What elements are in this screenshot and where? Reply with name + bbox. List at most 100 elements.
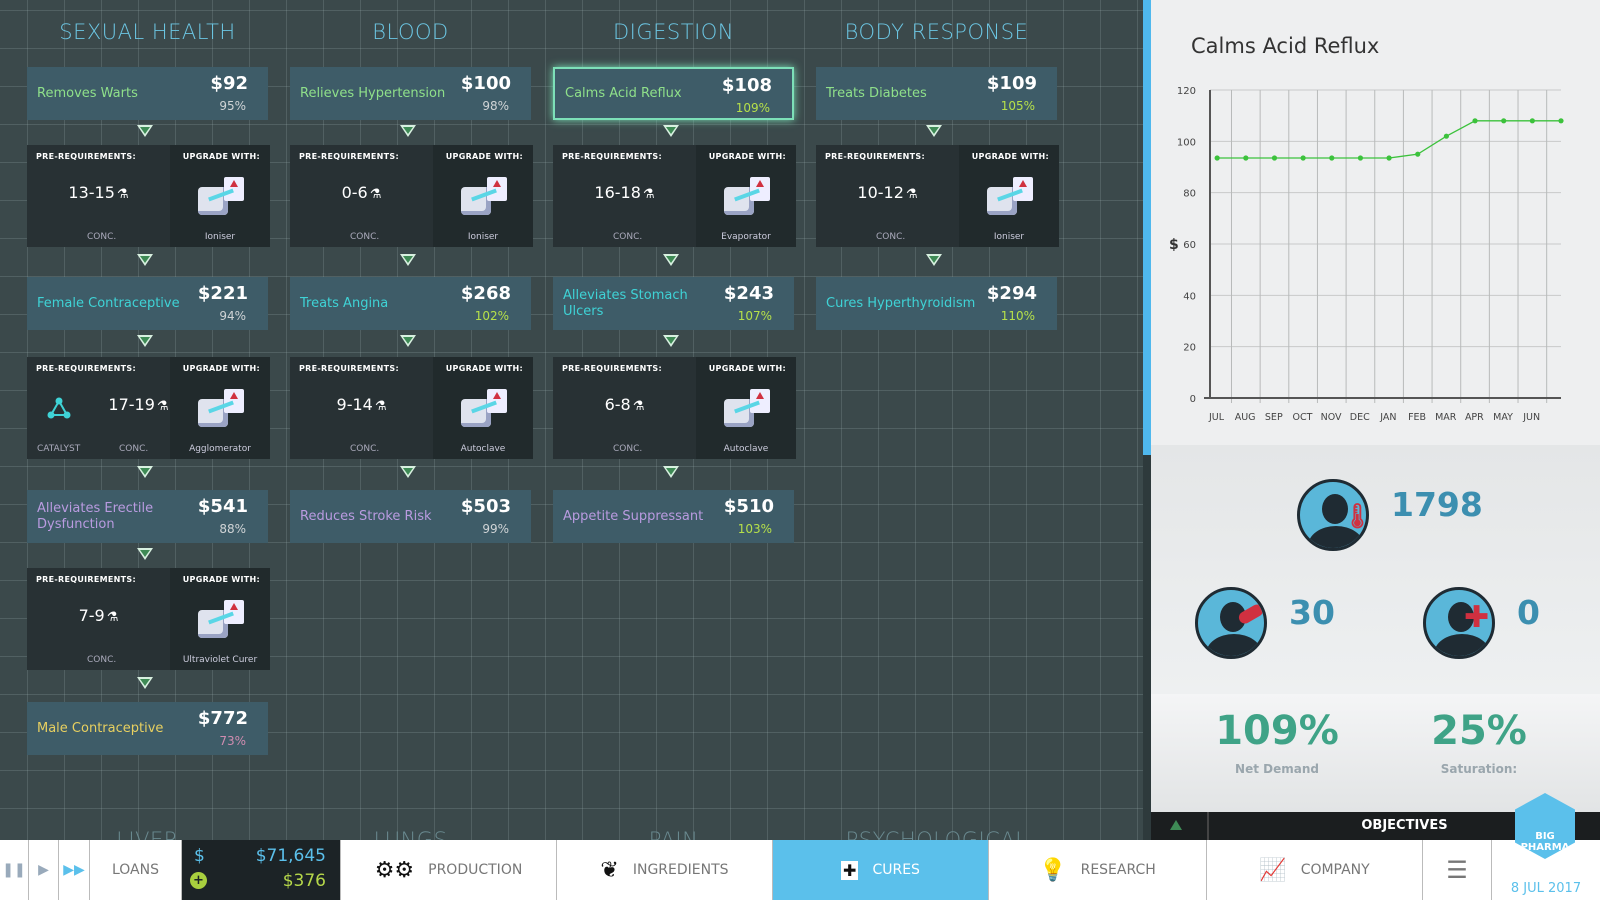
machine-tower [224, 177, 244, 201]
panel-scrollbar[interactable] [1143, 0, 1151, 455]
arrow-down-icon [137, 466, 153, 478]
play-button[interactable]: ▶ [29, 840, 59, 900]
cure-card[interactable]: Removes Warts $92 95% [27, 67, 268, 120]
flask-icon: ⚗ [632, 399, 645, 414]
upgrade-requirements[interactable]: PRE-REQUIREMENTS: UPGRADE WITH: 13-15 ⚗ CONC… [27, 145, 270, 247]
upgrade-requirements[interactable]: PRE-REQUIREMENTS: UPGRADE WITH: 6-8 ⚗ CONC. A… [553, 357, 796, 459]
x-tick-label: MAY [1493, 412, 1513, 423]
patients-medicated-icon [1195, 587, 1267, 659]
machine-tower [750, 177, 770, 201]
pause-button[interactable]: ❚❚ [0, 840, 29, 900]
arrow-down-icon [663, 335, 679, 347]
cure-name: Removes Warts [37, 85, 138, 101]
chart-icon: 📈 [1259, 857, 1287, 883]
section-title: SEXUAL HEALTH [59, 20, 236, 44]
cure-card[interactable]: Alleviates Stomach Ulcers $243 107% [553, 277, 794, 330]
arrow-down-icon [137, 548, 153, 560]
cure-price: $294 [986, 283, 1037, 304]
series-line [1217, 120, 1561, 159]
cure-demand-percent: 107% [737, 309, 772, 323]
x-tick-label: JAN [1379, 412, 1396, 423]
flask-icon: ⚗ [156, 399, 169, 414]
conc-label: CONC. [87, 232, 117, 242]
cure-card[interactable]: Calms Acid Reflux $108 109% [553, 67, 794, 120]
concentration-range: 6-8 ⚗ [553, 395, 696, 414]
concentration-value: 0-6 [341, 183, 368, 202]
flask-icon: ⚗ [905, 187, 918, 202]
upgrade-requirements[interactable]: PRE-REQUIREMENTS: UPGRADE WITH: 0-6 ⚗ CONC. I… [290, 145, 533, 247]
upgrade-requirements[interactable]: PRE-REQUIREMENTS: UPGRADE WITH: 10-12 ⚗ CONC… [816, 145, 1059, 247]
ingredients-tab[interactable]: ❦ INGREDIENTS [557, 840, 773, 900]
cure-card[interactable]: Cures Hyperthyroidism $294 110% [816, 277, 1057, 330]
data-point [1415, 151, 1421, 157]
upgrade-with-label: UPGRADE WITH: [182, 575, 260, 584]
cure-card[interactable]: Relieves Hypertension $100 98% [290, 67, 531, 120]
production-tab[interactable]: ⚙⚙ PRODUCTION [341, 840, 557, 900]
flask-icon: ⚗ [106, 610, 119, 625]
machine-name: Ioniser [204, 232, 236, 242]
data-point [1472, 118, 1478, 124]
cure-card[interactable]: Treats Angina $268 102% [290, 277, 531, 330]
concentration-value: 16-18 [594, 183, 641, 202]
saturation-label: Saturation: [1440, 762, 1518, 776]
conc-label: CONC. [613, 232, 643, 242]
dollar-icon: $ [194, 846, 205, 866]
arrow-down-icon [137, 125, 153, 137]
hamburger-icon: ☰ [1446, 856, 1468, 884]
machine-name: Autoclave [723, 444, 769, 454]
cures-tab[interactable]: ✚ CURES [773, 840, 989, 900]
data-point [1214, 155, 1220, 161]
x-tick-label: MAR [1435, 412, 1457, 423]
x-tick-label: DEC [1350, 412, 1370, 423]
cure-card[interactable]: Appetite Suppressant $510 103% [553, 490, 794, 543]
income-value: $376 [282, 871, 326, 891]
cure-name: Appetite Suppressant [563, 508, 704, 524]
cure-demand-percent: 109% [735, 101, 770, 115]
cure-name: Alleviates Erectile Dysfunction [37, 500, 154, 532]
flask-icon: ⚗ [642, 187, 655, 202]
section-title: PSYCHOLOGICAL [845, 828, 1028, 840]
cure-price: $243 [723, 283, 774, 304]
fast-forward-icon: ▶▶ [63, 862, 85, 878]
y-tick-label: 80 [1183, 189, 1196, 200]
data-point [1271, 155, 1278, 161]
cure-name: Female Contraceptive [37, 295, 180, 311]
cure-card[interactable]: Female Contraceptive $221 94% [27, 277, 268, 330]
x-tick-label: JUN [1522, 412, 1540, 423]
cure-name: Alleviates Stomach Ulcers [563, 287, 688, 319]
research-tab[interactable]: 💡 RESEARCH [989, 840, 1207, 900]
concentration-value: 13-15 [68, 183, 115, 202]
upgrade-requirements[interactable]: PRE-REQUIREMENTS: UPGRADE WITH: 7-9 ⚗ CONC. U… [27, 568, 270, 670]
menu-button[interactable]: ☰ [1423, 840, 1492, 900]
cure-demand-percent: 73% [219, 734, 246, 748]
machine-name: Ioniser [993, 232, 1025, 242]
bottom-toolbar: ❚❚ ▶ ▶▶ LOANS $ $71,645 + $376 ⚙⚙ PRODUCT… [0, 840, 1600, 900]
cure-card[interactable]: Alleviates Erectile Dysfunction $541 88% [27, 490, 268, 543]
upgrade-requirements[interactable]: PRE-REQUIREMENTS: UPGRADE WITH: 16-18 ⚗ CONC… [553, 145, 796, 247]
cure-card[interactable]: Male Contraceptive $772 73% [27, 702, 268, 755]
fast-forward-button[interactable]: ▶▶ [59, 840, 90, 900]
demand-stats: 109% Net Demand 25% Saturation: [1151, 694, 1600, 812]
expand-up-icon[interactable] [1170, 820, 1182, 830]
concentration-value: 10-12 [857, 183, 904, 202]
arrow-down-icon [137, 254, 153, 266]
x-tick-label: FEB [1408, 412, 1426, 423]
cure-name: Relieves Hypertension [300, 85, 446, 101]
machine-icon [718, 385, 774, 431]
arrow-down-icon [400, 254, 416, 266]
company-tab[interactable]: 📈 COMPANY [1207, 840, 1423, 900]
upgrade-requirements[interactable]: PRE-REQUIREMENTS: UPGRADE WITH: 17-19 ⚗ CONC… [27, 357, 270, 459]
loans-label: LOANS [111, 862, 159, 878]
cure-price: $92 [210, 73, 248, 94]
conc-label: CONC. [350, 232, 380, 242]
cure-price: $100 [460, 73, 511, 94]
date-label: 8 JUL 2017 [1510, 881, 1582, 896]
cure-card[interactable]: Reduces Stroke Risk $503 99% [290, 490, 531, 543]
cure-card[interactable]: Treats Diabetes $109 105% [816, 67, 1057, 120]
upgrade-requirements[interactable]: PRE-REQUIREMENTS: UPGRADE WITH: 9-14 ⚗ CONC.… [290, 357, 533, 459]
catalyst-icon [47, 397, 71, 419]
cure-price: $510 [723, 496, 774, 517]
pause-icon: ❚❚ [2, 862, 26, 878]
loans-button[interactable]: LOANS [90, 840, 182, 900]
cure-demand-percent: 94% [219, 309, 246, 323]
